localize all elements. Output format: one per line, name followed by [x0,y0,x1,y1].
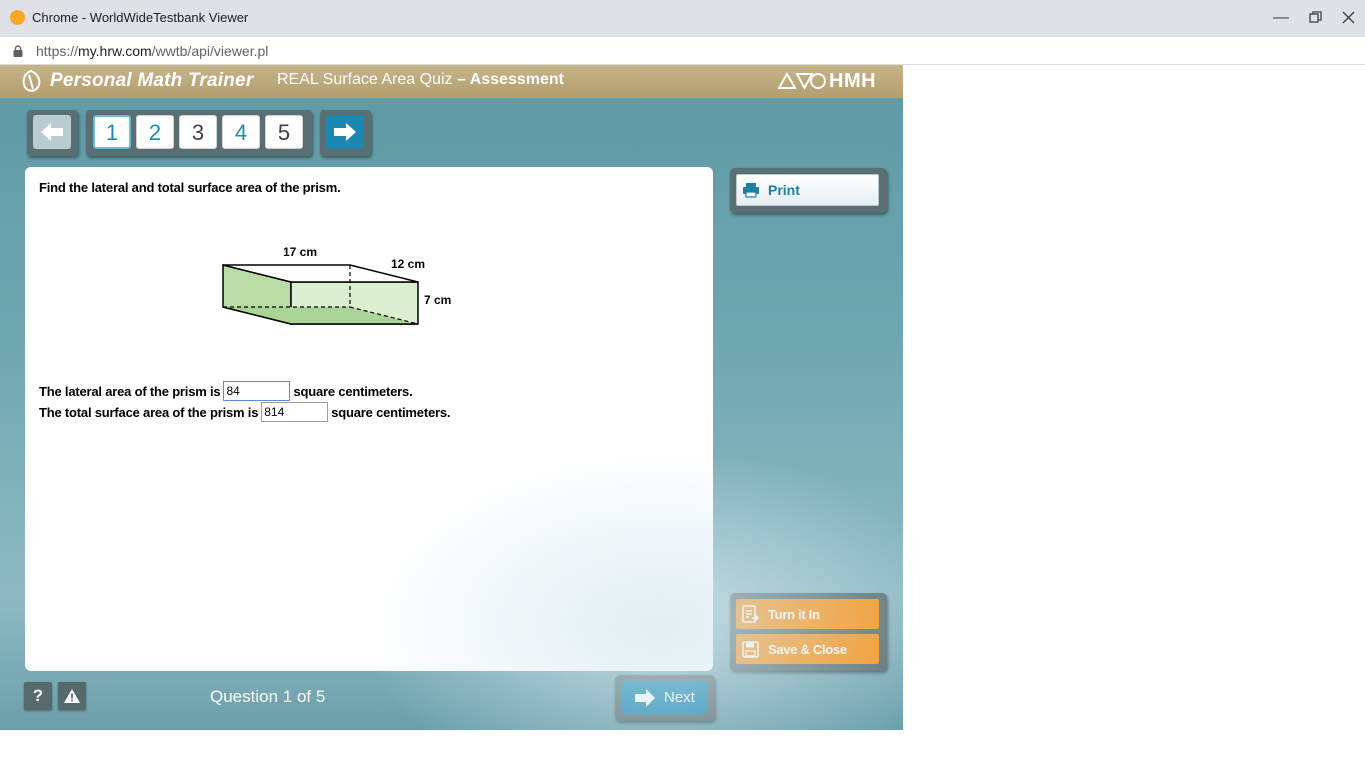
next-group: Next [615,675,715,721]
app-header: Personal Math Trainer REAL Surface Area … [0,65,903,98]
submit-group: Turn it In Save & Close [730,593,887,671]
previous-question-button[interactable] [33,115,71,149]
question-number-group: 1 2 3 4 5 [86,110,312,156]
prism-figure [222,264,419,325]
forward-arrow-icon [334,123,356,141]
total-area-unit: square centimeters. [331,404,451,420]
turn-in-icon [742,604,760,623]
back-arrow-icon [41,123,63,141]
save-and-close-button[interactable]: Save & Close [736,634,879,664]
close-icon[interactable] [1335,6,1361,30]
next-button[interactable]: Next [622,681,708,714]
lateral-area-input[interactable] [223,381,291,401]
hmh-logo: HMH [778,69,876,93]
report-problem-button[interactable] [58,682,86,710]
brand-name: Personal Math Trainer [50,70,254,91]
url-text: https://my.hrw.com/wwtb/api/viewer.pl [36,43,269,59]
question-4-button[interactable]: 4 [222,115,260,149]
chrome-app-icon [10,10,25,25]
warning-icon [64,689,80,703]
window-title-bar: Chrome - WorldWideTestbank Viewer — [0,0,1365,37]
lateral-area-row: The lateral area of the prism is square … [39,381,413,401]
minimize-icon[interactable]: — [1268,6,1294,30]
quiz-title: REAL Surface Area Quiz – Assessment [277,71,564,88]
next-question-arrow-button[interactable] [326,115,364,149]
question-counter: Question 1 of 5 [210,687,326,706]
lateral-area-prompt: The lateral area of the prism is [39,383,221,399]
test-viewer-app: Personal Math Trainer REAL Surface Area … [0,65,903,730]
question-2-button[interactable]: 2 [136,115,174,149]
next-arrow-icon [635,688,655,707]
lateral-area-unit: square centimeters. [293,383,413,399]
previous-question-group [27,110,78,156]
help-icon: ? [32,686,44,705]
question-prompt: Find the lateral and total surface area … [39,180,341,195]
question-1-button[interactable]: 1 [93,115,131,149]
restore-icon[interactable] [1302,6,1328,30]
total-area-input[interactable] [261,402,329,422]
print-group: Print [730,168,887,213]
lock-icon [13,45,23,57]
length-label: 17 cm [283,245,318,259]
address-bar[interactable]: https://my.hrw.com/wwtb/api/viewer.pl [0,37,1365,65]
hmh-shapes-icon [778,71,826,91]
question-panel: Find the lateral and total surface area … [25,167,713,671]
help-button[interactable]: ? [24,682,52,710]
question-5-button[interactable]: 5 [265,115,303,149]
total-area-prompt: The total surface area of the prism is [39,404,259,420]
printer-icon [743,183,759,198]
question-3-button[interactable]: 3 [179,115,217,149]
pmt-logo-icon [22,69,41,92]
print-button[interactable]: Print [736,174,879,206]
turn-it-in-button[interactable]: Turn it In [736,599,879,629]
height-label: 7 cm [424,293,452,307]
next-question-group [320,110,371,156]
total-area-row: The total surface area of the prism is s… [39,402,450,422]
save-icon [742,640,759,658]
window-title: Chrome - WorldWideTestbank Viewer [32,10,249,25]
width-label: 12 cm [391,257,426,271]
